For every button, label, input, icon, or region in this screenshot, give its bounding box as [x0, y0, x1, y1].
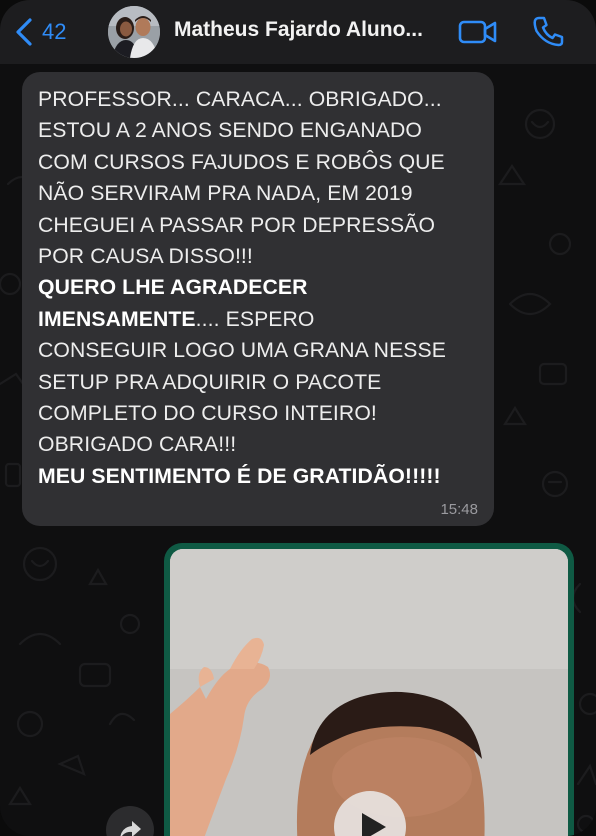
chat-screen: 42 Matheus Fajardo Aluno... PROFESSOR...… [0, 0, 596, 836]
message-line: PROFESSOR... CARACA... OBRIGADO... [38, 88, 442, 111]
message-line: OBRIGADO CARA!!! [38, 433, 237, 457]
message-text: PROFESSOR... CARACA... OBRIGADO... ESTOU… [38, 84, 478, 492]
message-line-bold: MEU SENTIMENTO É DE GRATIDÃO!!!!! [38, 464, 441, 488]
message-line: ESTOU A 2 ANOS SENDO ENGANADO [38, 119, 422, 143]
outgoing-video-bubble[interactable] [164, 543, 574, 836]
message-line: COM CURSOS FAJUDOS E ROBÔS QUE [38, 150, 445, 174]
message-line: SETUP PRA ADQUIRIR O PACOTE [38, 370, 382, 394]
message-line-bold: QUERO LHE AGRADECER [38, 276, 308, 300]
message-timestamp: 15:48 [440, 501, 478, 518]
message-line: POR CAUSA DISSO!!! [38, 245, 253, 269]
message-line: NÃO SERVIRAM PRA NADA, EM 2019 [38, 182, 413, 206]
message-line: CHEGUEI A PASSAR POR DEPRESSÃO [38, 213, 436, 237]
back-button[interactable]: 42 [14, 14, 66, 50]
phone-icon [533, 16, 564, 47]
message-list[interactable]: PROFESSOR... CARACA... OBRIGADO... ESTOU… [0, 64, 596, 836]
chat-header: 42 Matheus Fajardo Aluno... [0, 0, 596, 64]
chevron-left-icon [16, 18, 32, 46]
message-line: CONSEGUIR LOGO UMA GRANA NESSE [38, 339, 447, 363]
unread-count: 42 [42, 19, 67, 44]
contact-name[interactable]: Matheus Fajardo Aluno... [174, 18, 423, 42]
video-thumbnail[interactable] [170, 549, 568, 836]
incoming-message-bubble[interactable]: PROFESSOR... CARACA... OBRIGADO... ESTOU… [22, 72, 494, 526]
contact-avatar[interactable] [108, 6, 160, 58]
avatar-photo [108, 6, 160, 58]
voice-call-button[interactable] [532, 14, 564, 48]
message-line-mixed: IMENSAMENTE.... ESPERO [38, 307, 315, 331]
message-line: COMPLETO DO CURSO INTEIRO! [38, 402, 377, 426]
forward-share-icon [120, 821, 141, 836]
video-call-button[interactable] [458, 15, 498, 49]
video-camera-icon [458, 20, 497, 44]
